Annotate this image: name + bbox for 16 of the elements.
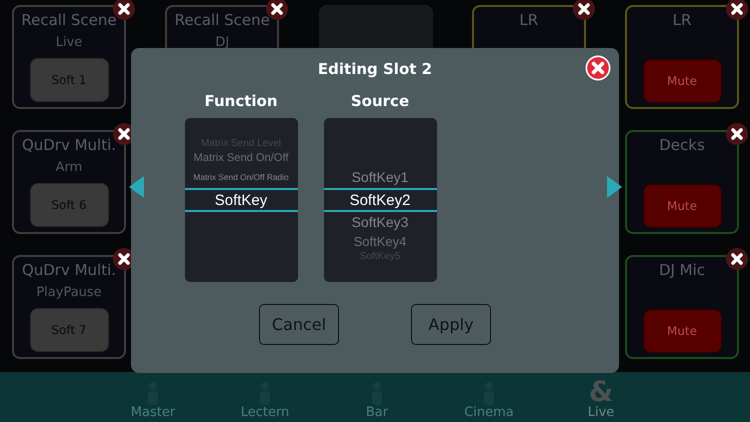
picker-label: Source xyxy=(350,92,410,110)
tile-subtitle: Live xyxy=(56,35,82,50)
tab-glyph: & xyxy=(588,379,614,405)
tile-title: LR xyxy=(672,11,692,29)
tile-title: QuDrv Multi. xyxy=(22,261,116,279)
tile-title: LR xyxy=(519,11,538,29)
picker-label: Function xyxy=(204,92,278,110)
tile-title: Recall Scene xyxy=(21,11,117,29)
tile-title: Recall Scene xyxy=(174,11,270,29)
dialog-title: Editing Slot 2 xyxy=(318,60,432,78)
tile-subtitle: PlayPause xyxy=(36,285,102,300)
tile-title: Decks xyxy=(659,136,705,154)
tile-title: QuDrv Multi. xyxy=(22,136,116,154)
tile-title: DJ Mic xyxy=(658,261,706,279)
tile-subtitle: DJ xyxy=(215,35,230,50)
tile-subtitle: Arm xyxy=(56,160,82,175)
